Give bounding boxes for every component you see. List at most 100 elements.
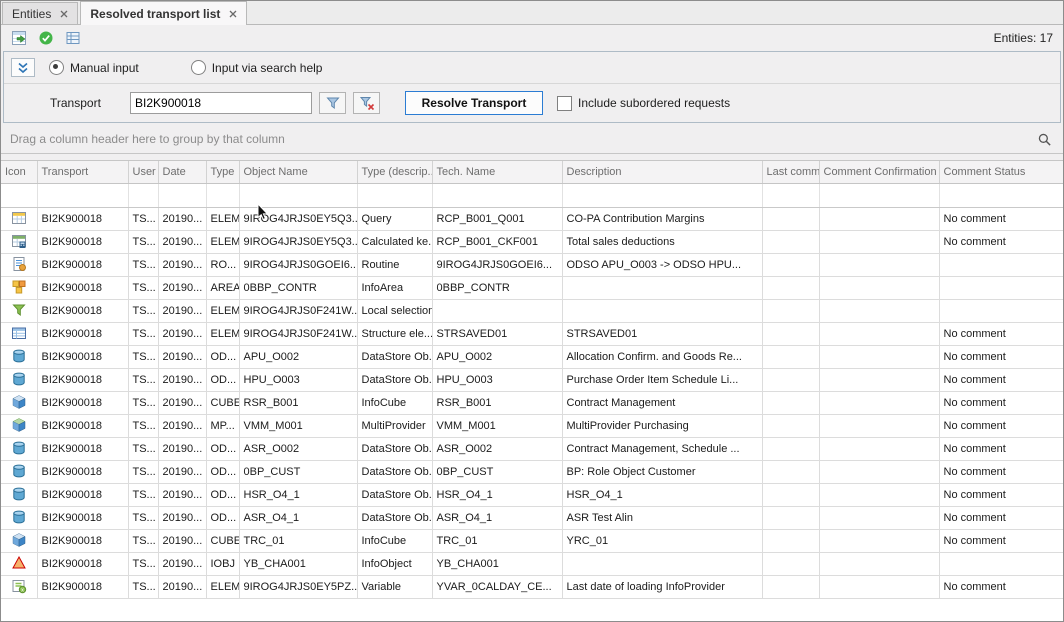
cell-type: ELEM — [206, 300, 239, 323]
table-row[interactable]: BI2K900018TS...20190...ELEM9IROG4JRJS0F2… — [1, 323, 1063, 346]
table-row[interactable]: BI2K900018TS...20190...OD...ASR_O4_1Data… — [1, 507, 1063, 530]
column-header-comment_confirmation[interactable]: Comment Confirmation — [819, 161, 939, 184]
filter-cell-type_desc[interactable] — [357, 184, 432, 208]
cell-tech_name: VMM_M001 — [432, 415, 562, 438]
cell-icon — [1, 530, 37, 553]
clear-filter-button[interactable] — [353, 92, 380, 114]
table-row[interactable]: BI2K900018TS...20190...AREA0BBP_CONTRInf… — [1, 277, 1063, 300]
cell-object_name: YB_CHA001 — [239, 553, 357, 576]
group-by-bar[interactable]: Drag a column header here to group by th… — [1, 125, 1063, 154]
cell-type_desc: DataStore Ob... — [357, 438, 432, 461]
cell-description: Total sales deductions — [562, 231, 762, 254]
collapse-panel-button[interactable] — [11, 58, 35, 77]
cell-transport: BI2K900018 — [37, 277, 128, 300]
search-icon[interactable] — [1034, 129, 1054, 149]
cell-tech_name: STRSAVED01 — [432, 323, 562, 346]
table-row[interactable]: BI2K900018TS...20190...CUBETRC_01InfoCub… — [1, 530, 1063, 553]
column-header-object_name[interactable]: Object Name — [239, 161, 357, 184]
cell-type_desc: InfoCube — [357, 530, 432, 553]
cell-type: RO... — [206, 254, 239, 277]
tab-entities[interactable]: Entities — [2, 2, 78, 24]
filter-cell-type[interactable] — [206, 184, 239, 208]
column-header-type_desc[interactable]: Type (descrip... — [357, 161, 432, 184]
cell-comment_status — [939, 300, 1063, 323]
filter-cell-comment_confirmation[interactable] — [819, 184, 939, 208]
cell-object_name: RSR_B001 — [239, 392, 357, 415]
table-row[interactable]: BI2K900018TS...20190...OD...HSR_O4_1Data… — [1, 484, 1063, 507]
cell-last_comment — [762, 277, 819, 300]
column-header-type[interactable]: Type — [206, 161, 239, 184]
tab-resolved-transport-list[interactable]: Resolved transport list — [80, 1, 247, 25]
transport-input[interactable] — [130, 92, 312, 114]
table-row[interactable]: BI2K900018TS...20190...IOBJYB_CHA001Info… — [1, 553, 1063, 576]
filter-button[interactable] — [319, 92, 346, 114]
table-row[interactable]: BI2K900018TS...20190...MP...VMM_M001Mult… — [1, 415, 1063, 438]
filter-icon — [325, 95, 341, 111]
datastore-icon — [11, 348, 27, 364]
column-header-last_comment[interactable]: Last commenti... — [762, 161, 819, 184]
filter-cell-object_name[interactable] — [239, 184, 357, 208]
table-row[interactable]: BI2K900018TS...20190...CUBERSR_B001InfoC… — [1, 392, 1063, 415]
cell-type: MP... — [206, 415, 239, 438]
filter-cell-description[interactable] — [562, 184, 762, 208]
column-header-transport[interactable]: Transport — [37, 161, 128, 184]
cell-type: CUBE — [206, 530, 239, 553]
infoobject-icon — [11, 555, 27, 571]
include-subordered-checkbox[interactable]: Include subordered requests — [557, 96, 730, 111]
cell-object_name: 9IROG4JRJS0F241W... — [239, 300, 357, 323]
filter-cell-last_comment[interactable] — [762, 184, 819, 208]
close-icon[interactable] — [228, 9, 237, 18]
column-header-date[interactable]: Date — [158, 161, 206, 184]
filter-cell-icon[interactable] — [1, 184, 37, 208]
cell-type: CUBE — [206, 392, 239, 415]
filter-cell-user[interactable] — [128, 184, 158, 208]
cell-icon — [1, 277, 37, 300]
cell-transport: BI2K900018 — [37, 208, 128, 231]
cell-comment_status: No comment — [939, 323, 1063, 346]
cell-transport: BI2K900018 — [37, 461, 128, 484]
table-row[interactable]: BI2K900018TS...20190...OD...HPU_O003Data… — [1, 369, 1063, 392]
cell-type_desc: DataStore Ob... — [357, 461, 432, 484]
confirm-button[interactable] — [35, 27, 57, 49]
column-header-icon[interactable]: Icon — [1, 161, 37, 184]
column-header-description[interactable]: Description — [562, 161, 762, 184]
table-row[interactable]: xBI2K900018TS...20190...ELEM9IROG4JRJS0E… — [1, 576, 1063, 599]
table-row[interactable]: BI2K900018TS...20190...ELEM9IROG4JRJS0EY… — [1, 231, 1063, 254]
table-row[interactable]: BI2K900018TS...20190...ELEM9IROG4JRJS0EY… — [1, 208, 1063, 231]
transport-input-panel: Manual input Input via search help Trans… — [3, 51, 1061, 123]
resolve-transport-button[interactable]: Resolve Transport — [405, 91, 543, 115]
table-row[interactable]: BI2K900018TS...20190...OD...APU_O002Data… — [1, 346, 1063, 369]
export-grid-button[interactable] — [8, 27, 30, 49]
table-row[interactable]: BI2K900018TS...20190...RO...9IROG4JRJS0G… — [1, 254, 1063, 277]
cell-description: YRC_01 — [562, 530, 762, 553]
grid-view-icon — [65, 30, 81, 46]
close-icon[interactable] — [59, 9, 68, 18]
cell-comment_status — [939, 277, 1063, 300]
infocube-icon — [11, 394, 27, 410]
cell-user: TS... — [128, 369, 158, 392]
cell-last_comment — [762, 208, 819, 231]
filter-cell-date[interactable] — [158, 184, 206, 208]
table-row[interactable]: BI2K900018TS...20190...OD...0BP_CUSTData… — [1, 461, 1063, 484]
column-header-user[interactable]: User — [128, 161, 158, 184]
cell-user: TS... — [128, 392, 158, 415]
cell-transport: BI2K900018 — [37, 231, 128, 254]
cell-type_desc: Local selection — [357, 300, 432, 323]
filter-cell-transport[interactable] — [37, 184, 128, 208]
grid-view-button[interactable] — [62, 27, 84, 49]
cell-type: OD... — [206, 461, 239, 484]
cell-date: 20190... — [158, 484, 206, 507]
search-help-radio[interactable]: Input via search help — [191, 60, 323, 75]
manual-input-radio[interactable]: Manual input — [49, 60, 139, 75]
cell-transport: BI2K900018 — [37, 553, 128, 576]
column-header-comment_status[interactable]: Comment Status — [939, 161, 1063, 184]
cell-last_comment — [762, 438, 819, 461]
column-header-tech_name[interactable]: Tech. Name — [432, 161, 562, 184]
cell-object_name: 0BP_CUST — [239, 461, 357, 484]
cell-type_desc: DataStore Ob... — [357, 369, 432, 392]
cell-tech_name: YVAR_0CALDAY_CE... — [432, 576, 562, 599]
filter-cell-tech_name[interactable] — [432, 184, 562, 208]
table-row[interactable]: BI2K900018TS...20190...ELEM9IROG4JRJS0F2… — [1, 300, 1063, 323]
filter-cell-comment_status[interactable] — [939, 184, 1063, 208]
table-row[interactable]: BI2K900018TS...20190...OD...ASR_O002Data… — [1, 438, 1063, 461]
